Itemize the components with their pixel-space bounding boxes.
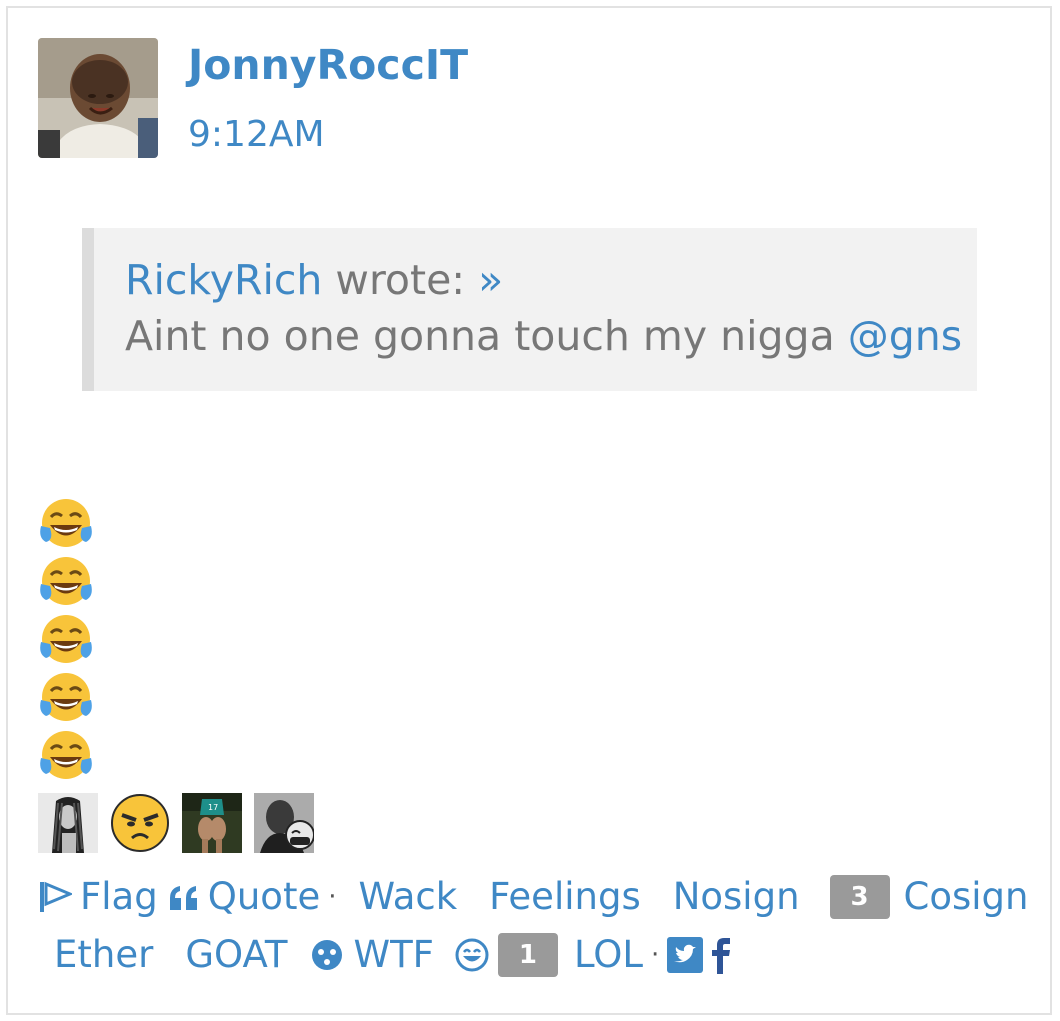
tears-of-joy-emoji-icon	[40, 673, 92, 721]
quote-jump-link[interactable]: »	[478, 256, 503, 304]
quote-icon	[169, 886, 197, 910]
tears-of-joy-emoji-icon	[40, 615, 92, 663]
actions-row-2: Ether GOAT WTF 1 LOL ·	[38, 926, 1038, 984]
share-twitter-button[interactable]	[667, 937, 704, 973]
facebook-icon	[712, 938, 731, 974]
tears-of-joy-emoji-icon	[40, 731, 92, 779]
confused-face-icon	[311, 940, 342, 970]
post-timestamp[interactable]: 9:12AM	[188, 112, 325, 158]
twitter-icon	[667, 937, 704, 973]
reactor-avatar[interactable]	[254, 793, 314, 853]
wtf-button[interactable]: WTF	[310, 926, 434, 984]
mention-link[interactable]: @gns	[848, 312, 962, 360]
flag-icon	[40, 881, 72, 912]
reactor-avatar[interactable]	[38, 793, 98, 853]
quote-wrote-label: wrote:	[335, 256, 466, 304]
author-avatar[interactable]	[38, 38, 158, 158]
grinning-face-icon	[455, 938, 489, 972]
post-body	[38, 496, 94, 786]
wtf-label: WTF	[353, 933, 434, 976]
lol-button[interactable]: 1 LOL	[454, 926, 643, 984]
quote-label: Quote	[207, 875, 321, 918]
separator: ·	[651, 940, 660, 970]
nosign-button[interactable]: Nosign	[673, 868, 800, 926]
quoted-post: RickyRich wrote: » Aint no one gonna tou…	[82, 228, 977, 391]
post-card	[6, 6, 1052, 1015]
feelings-button[interactable]: Feelings	[489, 868, 641, 926]
reactor-avatar[interactable]: 17	[182, 793, 242, 853]
quote-text: Aint no one gonna touch my nigga	[125, 312, 835, 360]
cosign-button[interactable]: Cosign	[904, 868, 1029, 926]
angry-face-emoji-icon[interactable]	[110, 793, 170, 853]
separator: ·	[328, 882, 337, 912]
wack-button[interactable]: Wack	[358, 868, 457, 926]
svg-text:17: 17	[208, 803, 218, 812]
actions-row-1: Flag Quote · Wack Feelings Nosign 3 Cosi…	[38, 868, 1038, 926]
author-name[interactable]: JonnyRoccIT	[188, 40, 468, 90]
lol-label: LOL	[573, 933, 644, 976]
cosign-count-badge: 3	[829, 875, 890, 919]
quote-button[interactable]: Quote	[168, 868, 320, 926]
tears-of-joy-emoji-icon	[40, 499, 92, 547]
reactor-avatars: 17	[38, 793, 314, 853]
quote-author-link[interactable]: RickyRich	[125, 256, 322, 304]
ether-button[interactable]: Ether	[54, 926, 153, 984]
post-actions: Flag Quote · Wack Feelings Nosign 3 Cosi…	[38, 868, 1038, 984]
flag-label: Flag	[80, 875, 158, 918]
flag-button[interactable]: Flag	[38, 868, 158, 926]
lol-count-badge: 1	[497, 933, 558, 977]
share-facebook-button[interactable]	[711, 936, 731, 974]
goat-button[interactable]: GOAT	[185, 926, 287, 984]
tears-of-joy-emoji-icon	[40, 557, 92, 605]
